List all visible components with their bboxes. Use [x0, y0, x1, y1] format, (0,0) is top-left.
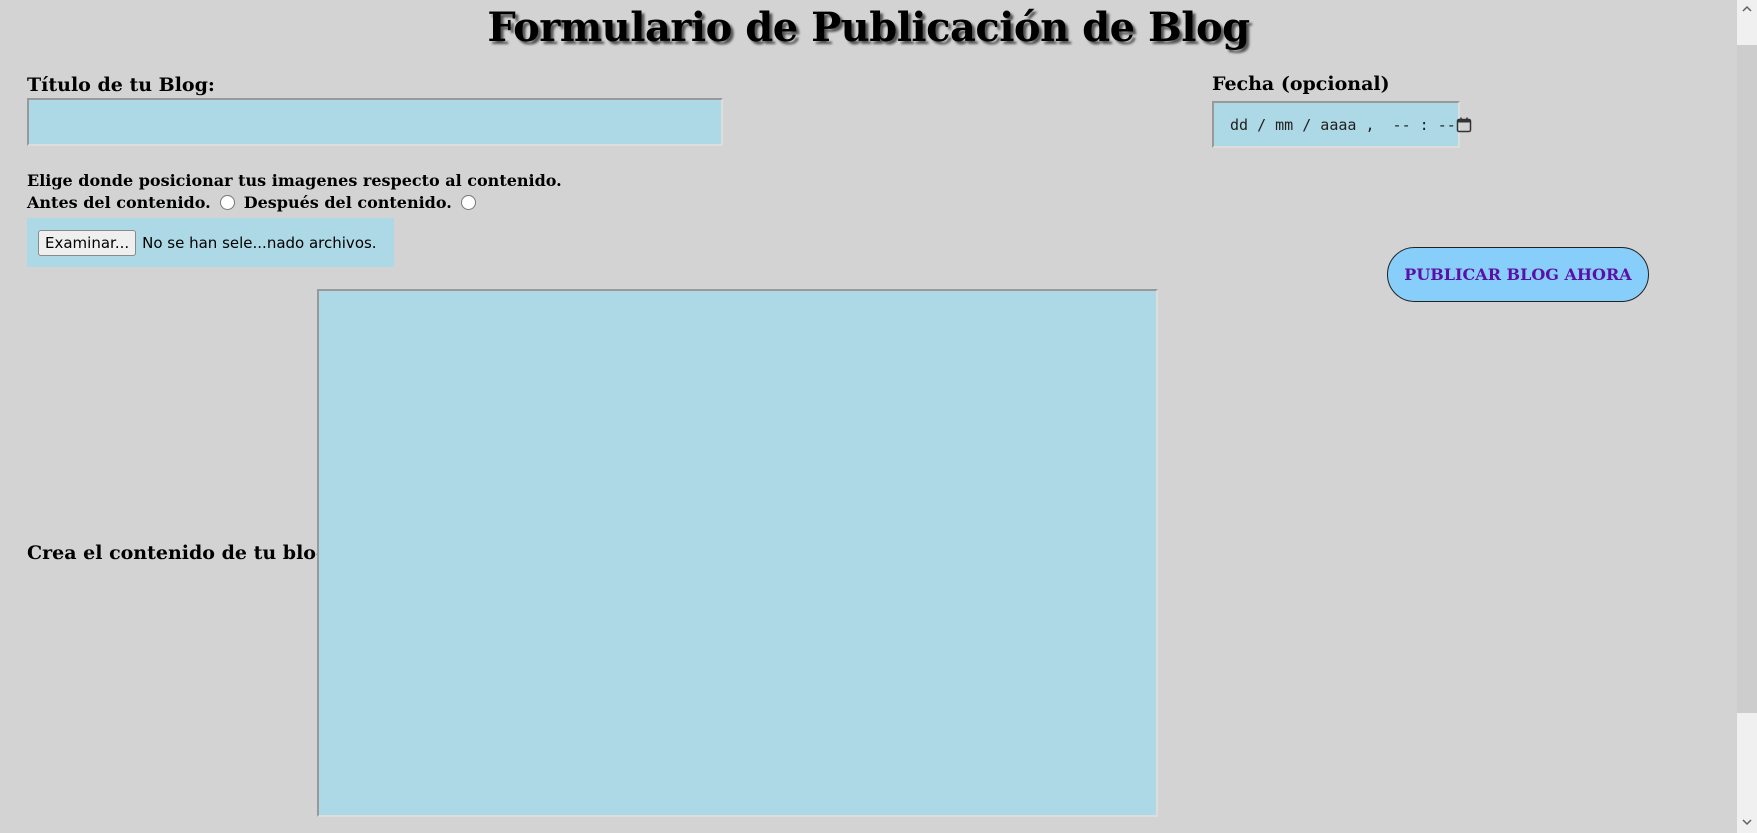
scrollbar-thumb[interactable] — [1737, 45, 1757, 713]
file-upload: Examinar... No se han sele...nado archiv… — [27, 218, 394, 267]
calendar-icon[interactable] — [1456, 117, 1472, 133]
blog-title-input[interactable] — [27, 98, 723, 146]
image-position-options: Antes del contenido. Después del conteni… — [27, 193, 485, 212]
content-label: Crea el contenido de tu blog — [27, 542, 330, 564]
date-input-placeholder: dd / mm / aaaa , -- : -- — [1230, 115, 1456, 134]
date-label: Fecha (opcional) — [1212, 73, 1390, 95]
radio-before-content[interactable] — [219, 195, 235, 210]
radio-after-content[interactable] — [460, 195, 476, 210]
scroll-up-icon[interactable] — [1737, 0, 1757, 17]
date-input[interactable]: dd / mm / aaaa , -- : -- — [1212, 101, 1472, 148]
browse-button[interactable]: Examinar... — [38, 229, 137, 256]
page: Formulario de Publicación de Blog Título… — [0, 0, 1757, 833]
content-textarea[interactable] — [317, 289, 1158, 817]
file-status: No se han sele...nado archivos. — [142, 233, 377, 252]
page-title: Formulario de Publicación de Blog — [487, 4, 1250, 51]
scroll-down-icon[interactable] — [1737, 814, 1757, 831]
blog-title-label: Título de tu Blog: — [27, 74, 215, 96]
radio-label-after: Después del contenido. — [243, 193, 452, 212]
publish-button[interactable]: PUBLICAR BLOG AHORA — [1387, 247, 1649, 302]
radio-label-before: Antes del contenido. — [27, 193, 211, 212]
image-position-prompt: Elige donde posicionar tus imagenes resp… — [27, 171, 562, 190]
